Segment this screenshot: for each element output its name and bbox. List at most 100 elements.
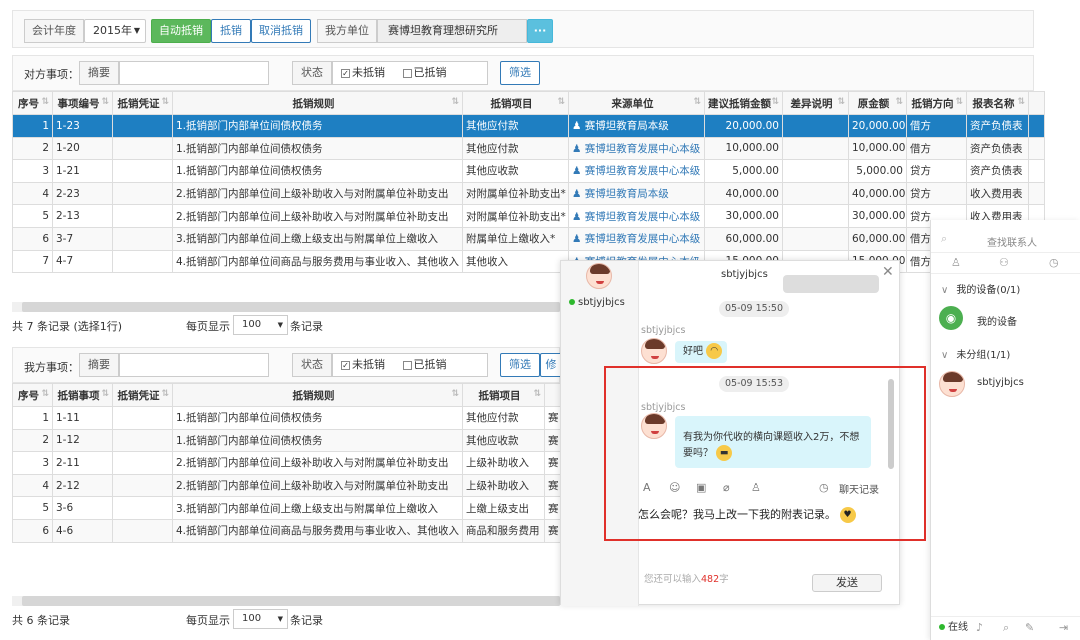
chat-contact-item[interactable]: sbtjyjbjcs bbox=[561, 293, 639, 313]
offset-checkbox-2[interactable]: 已抵销 bbox=[402, 358, 447, 371]
more-button[interactable]: ··· bbox=[527, 19, 553, 43]
chat-scrollbar[interactable] bbox=[888, 379, 894, 469]
column-header[interactable]: 序号 ⇅ bbox=[12, 383, 53, 407]
edit-button[interactable]: 修 bbox=[540, 353, 562, 377]
my-devices-group[interactable]: ∨ 我的设备(0/1) bbox=[941, 281, 1020, 296]
table-cell: ♟ 赛博坦教育局本级 bbox=[568, 114, 705, 138]
clock-icon[interactable]: ◷ bbox=[1049, 256, 1059, 269]
send-button[interactable]: 发送 bbox=[812, 574, 882, 592]
sort-icon[interactable]: ⇅ bbox=[533, 389, 541, 399]
table-row[interactable]: 2 1-20 1.抵销部门内部单位间债权债务 其他应付款 ♟ 赛博坦教育发展中心本级 10… bbox=[12, 136, 1045, 161]
chat-history-link[interactable]: 聊天记录 bbox=[839, 481, 879, 496]
online-status[interactable]: 在线 bbox=[948, 622, 968, 633]
offset-button[interactable]: 抵销 bbox=[211, 19, 251, 43]
table-cell: 附属单位上缴收入* bbox=[462, 226, 569, 251]
ungrouped-group[interactable]: ∨ 未分组(1/1) bbox=[941, 346, 1010, 361]
column-header[interactable]: 抵销凭证 ⇅ bbox=[112, 383, 173, 407]
table-row[interactable]: 5 3-6 3.抵销部门内部单位间上缴上级支出与附属单位上缴收入 上缴上级支出赛 bbox=[12, 496, 561, 520]
user-icon[interactable]: ♙ bbox=[751, 481, 761, 494]
table-row[interactable]: 1 1-23 1.抵销部门内部单位间债权债务 其他应付款 ♟ 赛博坦教育局本级 20,00… bbox=[12, 114, 1045, 138]
search-icon[interactable]: ⌕ bbox=[1003, 617, 1009, 639]
sort-icon[interactable]: ⇅ bbox=[451, 389, 459, 399]
user-item[interactable]: sbtjyjbjcs bbox=[977, 377, 1024, 388]
checked-icon: ✓ bbox=[341, 360, 350, 370]
table-row[interactable]: 6 3-7 3.抵销部门内部单位间上缴上级支出与附属单位上缴收入 附属单位上缴收入* ♟… bbox=[12, 226, 1045, 251]
column-header[interactable]: 抵销规则 ⇅ bbox=[172, 91, 463, 115]
table-row[interactable]: 2 1-12 1.抵销部门内部单位间债权债务 其他应收款赛 bbox=[12, 428, 561, 453]
filter-button[interactable]: 筛选 bbox=[500, 61, 540, 85]
column-header[interactable]: 抵销项目 ⇅ bbox=[462, 91, 569, 115]
per-page-select-2[interactable]: 100 ▼ bbox=[233, 609, 288, 629]
column-header[interactable]: 差异说明 ⇅ bbox=[782, 91, 849, 115]
sort-icon[interactable]: ⇅ bbox=[693, 97, 701, 107]
table-row[interactable]: 4 2-12 2.抵销部门内部单位间上级补助收入与对附属单位补助支出 上级补助收入赛 bbox=[12, 473, 561, 498]
sort-icon[interactable]: ⇅ bbox=[101, 97, 109, 107]
edit-icon[interactable]: ✎ bbox=[1025, 617, 1034, 639]
scrollbar-thumb-2[interactable] bbox=[22, 596, 560, 606]
emoji-icon[interactable]: ☺ bbox=[669, 481, 680, 494]
table-row[interactable]: 1 1-11 1.抵销部门内部单位间债权债务 其他应付款赛 bbox=[12, 406, 561, 430]
chat-input[interactable]: 怎么会呢？我马上改一下我的附表记录。 ♥ bbox=[638, 506, 898, 531]
column-header[interactable]: 原金额 ⇅ bbox=[848, 91, 907, 115]
summary-input[interactable] bbox=[119, 61, 269, 85]
bell-icon[interactable]: ♪ bbox=[976, 617, 983, 639]
my-unit-field[interactable]: 赛博坦教育理想研究所 bbox=[377, 19, 527, 43]
table-row[interactable]: 3 1-21 1.抵销部门内部单位间债权债务 其他应收款 ♟ 赛博坦教育发展中心本级 5,… bbox=[12, 159, 1045, 183]
sort-icon[interactable]: ⇅ bbox=[771, 97, 779, 107]
sort-icon[interactable]: ⇅ bbox=[955, 97, 963, 107]
column-header[interactable]: 事项编号 ⇅ bbox=[52, 91, 113, 115]
column-header[interactable]: 抵销事项 ⇅ bbox=[52, 383, 113, 407]
sort-icon[interactable]: ⇅ bbox=[451, 97, 459, 107]
table-cell bbox=[1028, 181, 1045, 206]
close-icon[interactable]: ✕ bbox=[882, 264, 894, 280]
image-icon[interactable]: ▣ bbox=[696, 481, 706, 494]
sort-icon[interactable]: ⇅ bbox=[837, 97, 845, 107]
summary-label-2: 摘要 bbox=[79, 353, 119, 377]
sort-icon[interactable]: ⇅ bbox=[557, 97, 565, 107]
column-header[interactable]: 抵销方向 ⇅ bbox=[906, 91, 967, 115]
sort-icon[interactable]: ⇅ bbox=[41, 97, 49, 107]
table-row[interactable]: 5 2-13 2.抵销部门内部单位间上级补助收入与对附属单位补助支出 对附属单位补助支… bbox=[12, 204, 1045, 228]
sort-icon[interactable]: ⇅ bbox=[161, 389, 169, 399]
sort-icon[interactable]: ⇅ bbox=[101, 389, 109, 399]
logout-icon[interactable]: ⇥ bbox=[1059, 617, 1068, 639]
column-header[interactable]: 建议抵销金额 ⇅ bbox=[704, 91, 783, 115]
column-header[interactable]: 抵销规则 ⇅ bbox=[172, 383, 463, 407]
column-header[interactable]: 抵销项目 ⇅ bbox=[462, 383, 545, 407]
table-row[interactable]: 3 2-11 2.抵销部门内部单位间上级补助收入与对附属单位补助支出 上级补助收入赛 bbox=[12, 451, 561, 475]
group-icon[interactable]: ⚇ bbox=[999, 256, 1009, 269]
table-cell bbox=[112, 496, 173, 520]
unoffset-checkbox-2[interactable]: ✓ 未抵销 bbox=[341, 358, 385, 371]
auto-offset-button[interactable]: 自动抵销 bbox=[151, 19, 211, 43]
device-item[interactable]: 我的设备 bbox=[977, 313, 1017, 328]
sender-avatar bbox=[641, 338, 667, 364]
contact-search[interactable]: 查找联系人 bbox=[987, 234, 1037, 249]
summary-input-2[interactable] bbox=[119, 353, 269, 377]
table-row[interactable]: 4 2-23 2.抵销部门内部单位间上级补助收入与对附属单位补助支出 对附属单位补助支… bbox=[12, 181, 1045, 206]
table-cell: 2 bbox=[12, 136, 53, 161]
offset-checkbox[interactable]: 已抵销 bbox=[402, 66, 447, 79]
table-row[interactable]: 6 4-6 4.抵销部门内部单位间商品与服务费用与事业收入、其他收入 商品和服务费用赛 bbox=[12, 518, 561, 543]
unoffset-checkbox[interactable]: ✓ 未抵销 bbox=[341, 66, 385, 79]
font-icon[interactable]: A bbox=[643, 481, 651, 494]
fiscal-year-select[interactable]: 2015年 ▼ bbox=[84, 19, 146, 43]
per-page-select[interactable]: 100 ▼ bbox=[233, 315, 288, 335]
sort-icon[interactable]: ⇅ bbox=[1017, 97, 1025, 107]
sort-icon[interactable]: ⇅ bbox=[161, 97, 169, 107]
table-cell: 1.抵销部门内部单位间债权债务 bbox=[172, 428, 463, 453]
clock-icon[interactable]: ◷ bbox=[819, 481, 829, 494]
sort-icon[interactable]: ⇅ bbox=[895, 97, 903, 107]
cancel-offset-button[interactable]: 取消抵销 bbox=[251, 19, 311, 43]
column-header[interactable]: 报表名称 ⇅ bbox=[966, 91, 1029, 115]
person-icon[interactable]: ♙ bbox=[951, 256, 961, 269]
column-header[interactable]: 序号 ⇅ bbox=[12, 91, 53, 115]
column-header[interactable]: 来源单位 ⇅ bbox=[568, 91, 705, 115]
scrollbar-thumb[interactable] bbox=[22, 302, 560, 312]
caret-down-icon: ▼ bbox=[277, 321, 283, 329]
filter-button-2[interactable]: 筛选 bbox=[500, 353, 540, 377]
column-header[interactable] bbox=[544, 383, 561, 407]
column-header[interactable]: 抵销凭证 ⇅ bbox=[112, 91, 173, 115]
sort-icon[interactable]: ⇅ bbox=[41, 389, 49, 399]
attachment-icon[interactable]: ⌀ bbox=[723, 481, 730, 494]
device-android-icon: ◉ bbox=[939, 306, 963, 330]
